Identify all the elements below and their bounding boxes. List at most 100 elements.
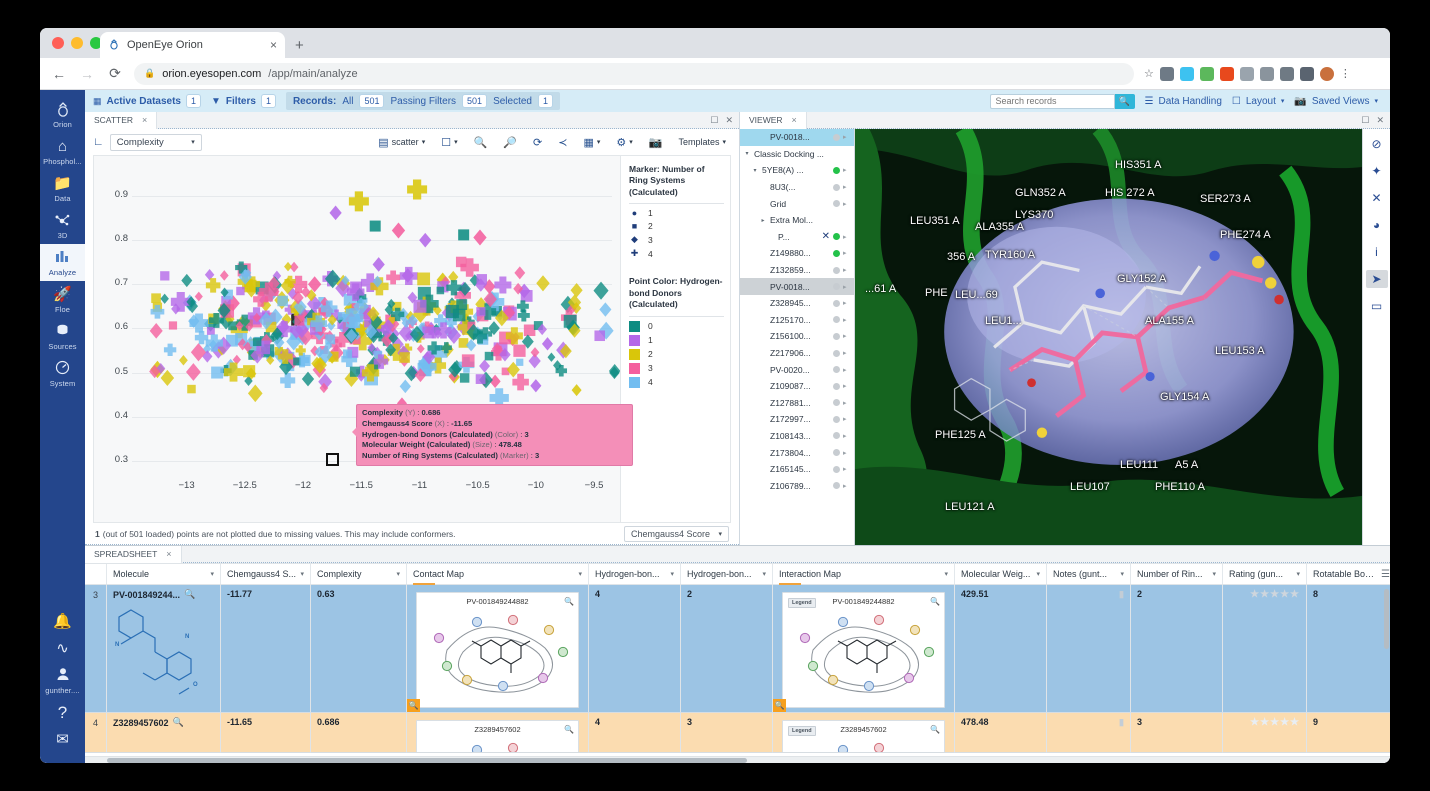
column-menu-icon[interactable]: ☰ xyxy=(1381,569,1390,580)
table-cell[interactable]: PV-001849244882 🔍 xyxy=(407,585,589,713)
viewer-tree-item[interactable]: Z328945...▸ xyxy=(740,295,854,312)
rating-stars[interactable]: ★★★★★ xyxy=(1229,717,1300,728)
visibility-dot[interactable] xyxy=(833,283,840,290)
table-cell[interactable]: Legend PV-001849244882 🔍 xyxy=(773,585,955,713)
templates-button[interactable]: Templates ▾ xyxy=(673,133,731,151)
zoom-out-button[interactable]: 🔎 xyxy=(498,133,522,151)
viewer-tree-item[interactable]: Z173804...▸ xyxy=(740,444,854,461)
chevron-right-icon[interactable]: ▸ xyxy=(843,465,850,473)
help-button[interactable]: ? xyxy=(40,699,85,726)
expander-icon[interactable]: ▾ xyxy=(751,167,759,174)
column-header[interactable]: Hydrogen-bon...▾ xyxy=(589,564,681,584)
table-cell[interactable]: ★★★★★ xyxy=(1223,585,1307,713)
y-axis-selector[interactable]: Complexity ▾ xyxy=(110,134,202,151)
chevron-right-icon[interactable]: ▸ xyxy=(843,382,850,390)
browser-menu-button[interactable]: ⋮ xyxy=(1340,67,1351,80)
extension-icon-7[interactable] xyxy=(1280,67,1294,81)
horizontal-scrollbar[interactable] xyxy=(85,756,1390,763)
table-row[interactable]: 3PV-001849244...🔍 NON -11.770.63 PV-0018… xyxy=(85,585,1390,713)
column-header[interactable]: Chemgauss4 S...▾ xyxy=(221,564,311,584)
records-all-label[interactable]: All xyxy=(342,96,353,107)
legend-entry[interactable]: ✚4 xyxy=(629,248,724,259)
close-tab-icon[interactable]: × xyxy=(270,38,277,52)
maximize-panel-icon[interactable]: ☐ xyxy=(1361,115,1369,126)
chevron-down-icon[interactable]: ▾ xyxy=(670,570,674,578)
expand-map-icon[interactable]: 🔍 xyxy=(407,699,420,712)
close-panel-icon[interactable]: ✕ xyxy=(725,115,733,126)
chevron-right-icon[interactable]: ▸ xyxy=(843,249,850,257)
notes-icon[interactable]: ▮ xyxy=(1053,589,1124,600)
spreadsheet-rows[interactable]: 3PV-001849244...🔍 NON -11.770.63 PV-0018… xyxy=(85,585,1390,756)
slab-icon[interactable]: ▭ xyxy=(1366,297,1388,315)
table-cell[interactable]: ▮ xyxy=(1047,585,1131,713)
minimize-window-button[interactable] xyxy=(71,37,83,49)
scatter-plot[interactable]: 0.90.80.70.60.50.40.3−13−12.5−12−11.5−11… xyxy=(93,155,731,523)
column-header[interactable] xyxy=(85,564,107,584)
map-thumbnail[interactable]: PV-001849244882 🔍 xyxy=(416,592,579,708)
visibility-dot[interactable] xyxy=(833,200,840,207)
viewer-tree-item[interactable]: Grid▸ xyxy=(740,195,854,212)
chevron-down-icon[interactable]: ▾ xyxy=(1212,570,1216,578)
crosshair-icon[interactable]: ✕ xyxy=(1366,189,1388,207)
close-panel-icon[interactable]: ✕ xyxy=(1376,115,1384,126)
chevron-right-icon[interactable]: ▸ xyxy=(843,266,850,274)
chevron-right-icon[interactable]: ▸ xyxy=(843,233,850,241)
tab-spreadsheet[interactable]: SPREADSHEET × xyxy=(85,546,182,563)
viewer-tree-item[interactable]: Z108143...▸ xyxy=(740,428,854,445)
map-thumbnail[interactable]: Z3289457602 🔍 xyxy=(416,720,579,753)
no-display-icon[interactable]: ⊘ xyxy=(1366,135,1388,153)
extension-icon-6[interactable] xyxy=(1260,67,1274,81)
sidebar-brand[interactable]: Orion xyxy=(40,96,85,133)
map-thumbnail[interactable]: Legend Z3289457602 🔍 xyxy=(782,720,945,753)
forward-button[interactable]: → xyxy=(78,66,96,82)
magnify-icon[interactable]: 🔍 xyxy=(173,717,184,728)
saved-views-button[interactable]: 📷 Saved Views ▾ xyxy=(1294,96,1378,107)
extension-icon-3[interactable] xyxy=(1200,67,1214,81)
viewer-tree-item[interactable]: Z172997...▸ xyxy=(740,411,854,428)
chevron-right-icon[interactable]: ▸ xyxy=(843,166,850,174)
tab-viewer[interactable]: VIEWER × xyxy=(740,112,807,129)
chevron-right-icon[interactable]: ▸ xyxy=(843,432,850,440)
viewer-tree-item[interactable]: Z125170...▸ xyxy=(740,312,854,329)
table-cell[interactable]: 4 xyxy=(85,713,107,753)
globe-icon[interactable]: ◕ xyxy=(1366,216,1388,234)
chevron-right-icon[interactable]: ▸ xyxy=(843,200,850,208)
sidebar-item-analyze[interactable]: Analyze xyxy=(40,244,85,281)
legend-entry[interactable]: ●1 xyxy=(629,208,724,218)
info-icon[interactable]: i xyxy=(1366,243,1388,261)
mail-button[interactable]: ✉ xyxy=(40,726,85,753)
table-cell[interactable]: 0.686 xyxy=(311,713,407,753)
viewer-tree-item[interactable]: Z217906...▸ xyxy=(740,345,854,362)
visibility-dot[interactable] xyxy=(833,366,840,373)
table-cell[interactable]: -11.65 xyxy=(221,713,311,753)
magnify-icon[interactable]: 🔍 xyxy=(564,597,574,606)
viewer-tree-item[interactable]: 8U3(...▸ xyxy=(740,179,854,196)
sidebar-item-data[interactable]: 📁 Data xyxy=(40,170,85,207)
filters-control[interactable]: ▼ Filters 1 xyxy=(211,94,276,108)
chevron-right-icon[interactable]: ▸ xyxy=(843,299,850,307)
viewer-tree-item[interactable]: Z156100...▸ xyxy=(740,328,854,345)
chevron-right-icon[interactable]: ▸ xyxy=(843,415,850,423)
close-icon[interactable]: ✕ xyxy=(822,231,830,242)
legend-entry[interactable]: 0 xyxy=(629,321,724,332)
notifications-button[interactable]: 🔔 xyxy=(40,608,85,635)
column-header[interactable]: Molecular Weig...▾ xyxy=(955,564,1047,584)
table-cell[interactable]: 2 xyxy=(1131,585,1223,713)
visibility-dot[interactable] xyxy=(833,482,840,489)
chevron-right-icon[interactable]: ▸ xyxy=(843,349,850,357)
visibility-dot[interactable] xyxy=(833,383,840,390)
close-icon[interactable]: × xyxy=(166,549,171,559)
sidebar-item-3d[interactable]: 3D xyxy=(40,207,85,244)
active-datasets-control[interactable]: ▦ Active Datasets 1 xyxy=(93,94,201,108)
visibility-dot[interactable] xyxy=(833,333,840,340)
user-profile-button[interactable]: gunther.... xyxy=(40,662,85,699)
table-cell[interactable]: ▮ xyxy=(1047,713,1131,753)
chevron-down-icon[interactable]: ▾ xyxy=(1296,570,1300,578)
chevron-down-icon[interactable]: ▾ xyxy=(762,570,766,578)
extension-icon-5[interactable] xyxy=(1240,67,1254,81)
tab-scatter[interactable]: SCATTER × xyxy=(85,112,157,129)
chevron-right-icon[interactable]: ▸ xyxy=(843,283,850,291)
expander-icon[interactable]: ▾ xyxy=(743,150,751,157)
viewer-tree-item[interactable]: ▾Classic Docking ... xyxy=(740,146,854,163)
legend-entry[interactable]: 2 xyxy=(629,349,724,360)
